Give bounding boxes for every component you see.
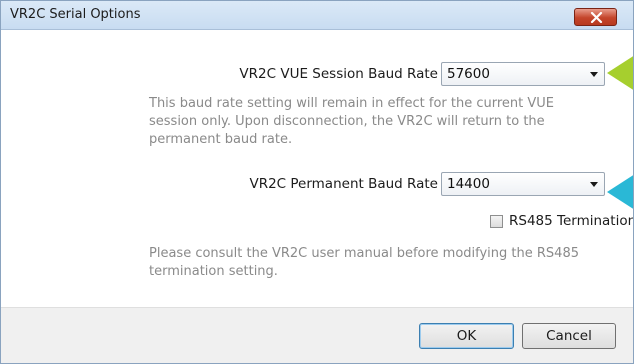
chevron-down-icon <box>590 182 598 187</box>
blue-pointer-arrow-icon <box>607 175 633 209</box>
session-baud-label: VR2C VUE Session Baud Rate <box>239 66 438 82</box>
permanent-baud-label: VR2C Permanent Baud Rate <box>249 176 438 192</box>
rs485-termination-label[interactable]: RS485 Termination <box>509 213 633 229</box>
cancel-button[interactable]: Cancel <box>522 323 616 349</box>
dialog-content: VR2C VUE Session Baud Rate 57600 This ba… <box>1 30 633 307</box>
dialog-window: VR2C Serial Options VR2C VUE Session Bau… <box>0 0 634 364</box>
termination-help-text: Please consult the VR2C user manual befo… <box>149 246 579 279</box>
button-bar: OK Cancel <box>1 307 633 363</box>
ok-button[interactable]: OK <box>419 323 514 349</box>
session-baud-value: 57600 <box>447 66 490 82</box>
title-bar[interactable]: VR2C Serial Options <box>1 1 633 30</box>
close-icon <box>590 12 603 23</box>
close-button[interactable] <box>574 8 617 26</box>
session-help-text: This baud rate setting will remain in ef… <box>149 96 554 147</box>
permanent-baud-select[interactable]: 14400 <box>441 172 605 196</box>
green-pointer-arrow-icon <box>607 56 633 90</box>
rs485-termination-checkbox[interactable] <box>490 215 503 228</box>
window-title: VR2C Serial Options <box>10 7 141 22</box>
chevron-down-icon <box>590 72 598 77</box>
permanent-baud-value: 14400 <box>447 176 490 192</box>
session-baud-select[interactable]: 57600 <box>441 62 605 86</box>
